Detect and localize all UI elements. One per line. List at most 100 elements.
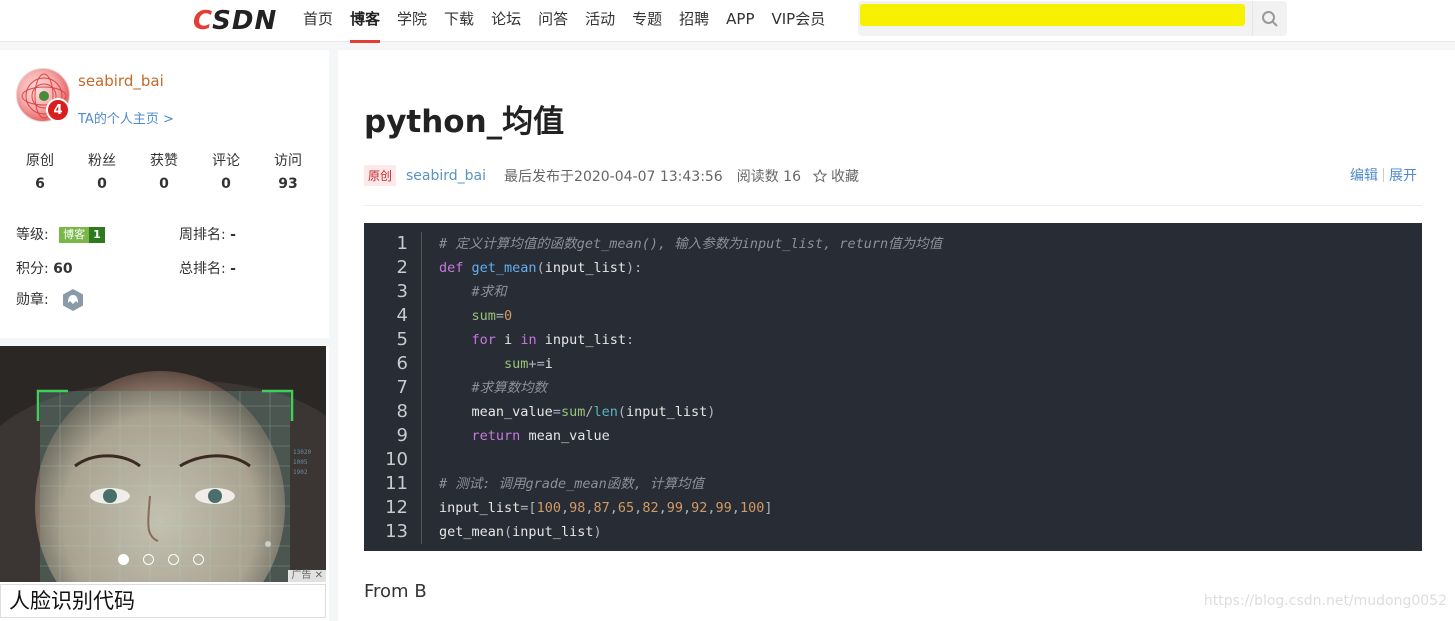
svg-text:13020: 13020	[293, 449, 311, 456]
gutter-divider	[418, 328, 422, 352]
csdn-logo[interactable]: CSDN	[193, 6, 277, 36]
nav-item[interactable]: 下载	[444, 0, 474, 42]
line-number: 4	[396, 305, 408, 326]
search-button[interactable]	[1252, 1, 1287, 36]
nav-item[interactable]: 学院	[397, 0, 427, 42]
level-label: 等级:	[16, 227, 49, 243]
gutter-divider	[418, 304, 422, 328]
line-number: 7	[396, 377, 408, 398]
week-rank-row: 周排名: -	[179, 224, 236, 244]
gutter-divider	[418, 496, 422, 520]
line-number: 6	[396, 353, 408, 374]
gutter-divider	[418, 400, 422, 424]
nav-item[interactable]: VIP会员	[772, 0, 826, 42]
svg-text:1005: 1005	[293, 459, 308, 466]
stat-value: 6	[35, 176, 45, 192]
nav-item[interactable]: 首页	[303, 0, 333, 42]
article-main: python_均值 原创 seabird_bai 最后发布于2020-04-07…	[338, 50, 1455, 621]
stat-item[interactable]: 获赞 0	[134, 150, 194, 192]
code-line: 3 #求和	[364, 280, 1422, 304]
code-text: #求和	[439, 284, 507, 300]
code-text: get_mean(input_list)	[439, 524, 602, 540]
article-meta: 原创 seabird_bai 最后发布于2020-04-07 13:43:56 …	[364, 165, 859, 186]
stat-item[interactable]: 访问 93	[258, 150, 318, 192]
stat-item[interactable]: 原创 6	[10, 150, 70, 192]
read-count: 阅读数 16	[736, 168, 801, 185]
expand-link[interactable]: 展开	[1389, 165, 1417, 185]
code-block[interactable]: 1 # 定义计算均值的函数get_mean(), 输入参数为input_list,…	[364, 223, 1422, 551]
top-navbar: CSDN 首页 博客 学院 下载 论坛 问答 活动 专题 招聘 APP VIP会员	[0, 0, 1455, 43]
ad-tag-label: 广告	[291, 570, 312, 581]
total-rank-label: 总排名:	[179, 261, 226, 277]
code-line: 2 def get_mean(input_list):	[364, 256, 1422, 280]
code-line: 6 sum+=i	[364, 352, 1422, 376]
stat-value: 0	[159, 176, 169, 192]
level-row: 等级: 博客 1	[16, 224, 105, 244]
line-number: 9	[396, 425, 408, 446]
code-line: 13 get_mean(input_list)	[364, 520, 1422, 544]
face-recognition-graphic: 13020 1005 1902	[0, 346, 326, 582]
ad-face-image[interactable]: 13020 1005 1902	[0, 346, 326, 582]
points-label: 积分:	[16, 261, 49, 277]
medal-icon[interactable]	[61, 288, 85, 312]
watermark: https://blog.csdn.net/mudong0052	[1203, 593, 1447, 609]
line-number: 12	[385, 497, 408, 518]
medal-row: 勋章:	[16, 288, 85, 312]
line-number: 5	[396, 329, 408, 350]
profile-username[interactable]: seabird_bai	[78, 72, 164, 90]
gutter-divider	[418, 376, 422, 400]
meta-divider	[364, 205, 1422, 206]
gutter-divider	[418, 472, 422, 496]
level-badge-num: 1	[89, 227, 105, 243]
stat-item[interactable]: 评论 0	[196, 150, 256, 192]
search-input[interactable]	[858, 1, 1252, 36]
original-badge: 原创	[364, 165, 397, 186]
code-text: # 测试: 调用grade_mean函数, 计算均值	[439, 476, 705, 492]
code-line: 11 # 测试: 调用grade_mean函数, 计算均值	[364, 472, 1422, 496]
code-text: return mean_value	[471, 428, 610, 444]
carousel-dots	[118, 554, 204, 565]
carousel-dot[interactable]	[143, 554, 154, 565]
stat-item[interactable]: 粉丝 0	[72, 150, 132, 192]
collect-button[interactable]: 收藏	[813, 166, 859, 186]
stat-value: 0	[221, 176, 231, 192]
nav-item[interactable]: 博客	[350, 0, 381, 43]
points-row: 积分: 60	[16, 258, 73, 278]
nav-item[interactable]: 招聘	[679, 0, 709, 42]
svg-text:1902: 1902	[293, 469, 308, 476]
gutter-divider	[418, 280, 422, 304]
carousel-dot[interactable]	[193, 554, 204, 565]
code-text: input_list=[100,98,87,65,82,99,92,99,100…	[439, 500, 773, 516]
nav-item[interactable]: 论坛	[491, 0, 521, 42]
week-rank-value: -	[230, 227, 236, 243]
edit-link[interactable]: 编辑	[1350, 165, 1378, 185]
author-profile-card: 4 seabird_bai TA的个人主页 > 原创 6 粉丝 0 获赞 0 评论 0 访问 93…	[0, 50, 329, 338]
code-text: mean_value=sum/len(input_list)	[471, 404, 716, 420]
sidebar-ad[interactable]: 13020 1005 1902 广告 ✕ 人脸识别代码	[0, 346, 329, 621]
nav-item[interactable]: APP	[726, 0, 754, 42]
gutter-divider	[418, 256, 422, 280]
nav-item[interactable]: 专题	[632, 0, 662, 42]
article-body-text: From B	[364, 581, 427, 602]
stat-label: 评论	[212, 153, 240, 169]
code-line: 10	[364, 448, 1422, 472]
code-text: #求算数均数	[439, 380, 548, 396]
gutter-divider	[418, 352, 422, 376]
stat-value: 0	[97, 176, 107, 192]
ad-caption[interactable]: 人脸识别代码	[0, 584, 326, 618]
line-number: 8	[396, 401, 408, 422]
points-value: 60	[53, 261, 73, 277]
profile-homepage-link[interactable]: TA的个人主页 >	[78, 108, 174, 127]
code-text: sum=0	[471, 308, 513, 324]
code-line: 9 return mean_value	[364, 424, 1422, 448]
nav-item[interactable]: 问答	[538, 0, 568, 42]
article-author-link[interactable]: seabird_bai	[406, 168, 486, 184]
carousel-dot[interactable]	[168, 554, 179, 565]
week-rank-label: 周排名:	[179, 227, 226, 243]
ad-tag[interactable]: 广告 ✕	[288, 570, 326, 582]
nav-item[interactable]: 活动	[585, 0, 615, 42]
stat-value: 93	[278, 176, 298, 192]
line-number: 2	[396, 257, 408, 278]
level-badge[interactable]: 博客 1	[59, 227, 105, 243]
carousel-dot[interactable]	[118, 554, 129, 565]
